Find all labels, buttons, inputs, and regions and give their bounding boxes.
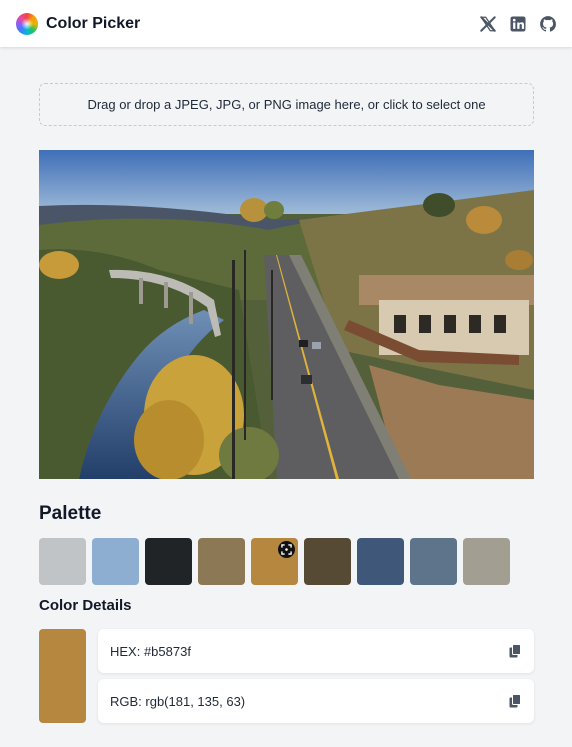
palette-swatch[interactable] bbox=[463, 538, 510, 585]
palette-swatch[interactable] bbox=[39, 538, 86, 585]
hex-value: HEX: #b5873f bbox=[110, 643, 191, 659]
palette-swatch[interactable] bbox=[92, 538, 139, 585]
palette-swatch[interactable] bbox=[198, 538, 245, 585]
app-title: Color Picker bbox=[46, 14, 141, 32]
color-wheel-icon bbox=[16, 12, 38, 35]
palette-swatch[interactable] bbox=[410, 538, 457, 585]
palette-swatch[interactable] bbox=[357, 538, 404, 585]
palette-swatch[interactable] bbox=[304, 538, 351, 585]
selected-color-preview bbox=[39, 629, 86, 723]
brand[interactable]: Color Picker bbox=[16, 12, 141, 35]
copy-icon[interactable] bbox=[508, 694, 522, 708]
dropzone-text: Drag or drop a JPEG, JPG, or PNG image h… bbox=[87, 97, 486, 112]
x-twitter-icon[interactable] bbox=[479, 15, 497, 33]
app-header: Color Picker bbox=[0, 0, 572, 47]
github-icon[interactable] bbox=[539, 15, 557, 33]
image-dropzone[interactable]: Drag or drop a JPEG, JPG, or PNG image h… bbox=[39, 83, 534, 126]
palette-swatch[interactable] bbox=[145, 538, 192, 585]
hex-value-card: HEX: #b5873f bbox=[98, 629, 534, 673]
copy-icon[interactable] bbox=[508, 644, 522, 658]
social-links bbox=[479, 15, 557, 33]
rgb-value: RGB: rgb(181, 135, 63) bbox=[110, 693, 246, 709]
crosshair-icon bbox=[278, 541, 295, 558]
uploaded-image bbox=[39, 150, 534, 479]
rgb-value-card: RGB: rgb(181, 135, 63) bbox=[98, 679, 534, 723]
palette-swatch-selected[interactable] bbox=[251, 538, 298, 585]
linkedin-icon[interactable] bbox=[509, 15, 527, 33]
color-details-heading: Color Details bbox=[39, 597, 132, 614]
palette bbox=[39, 538, 510, 585]
palette-heading: Palette bbox=[39, 503, 102, 524]
